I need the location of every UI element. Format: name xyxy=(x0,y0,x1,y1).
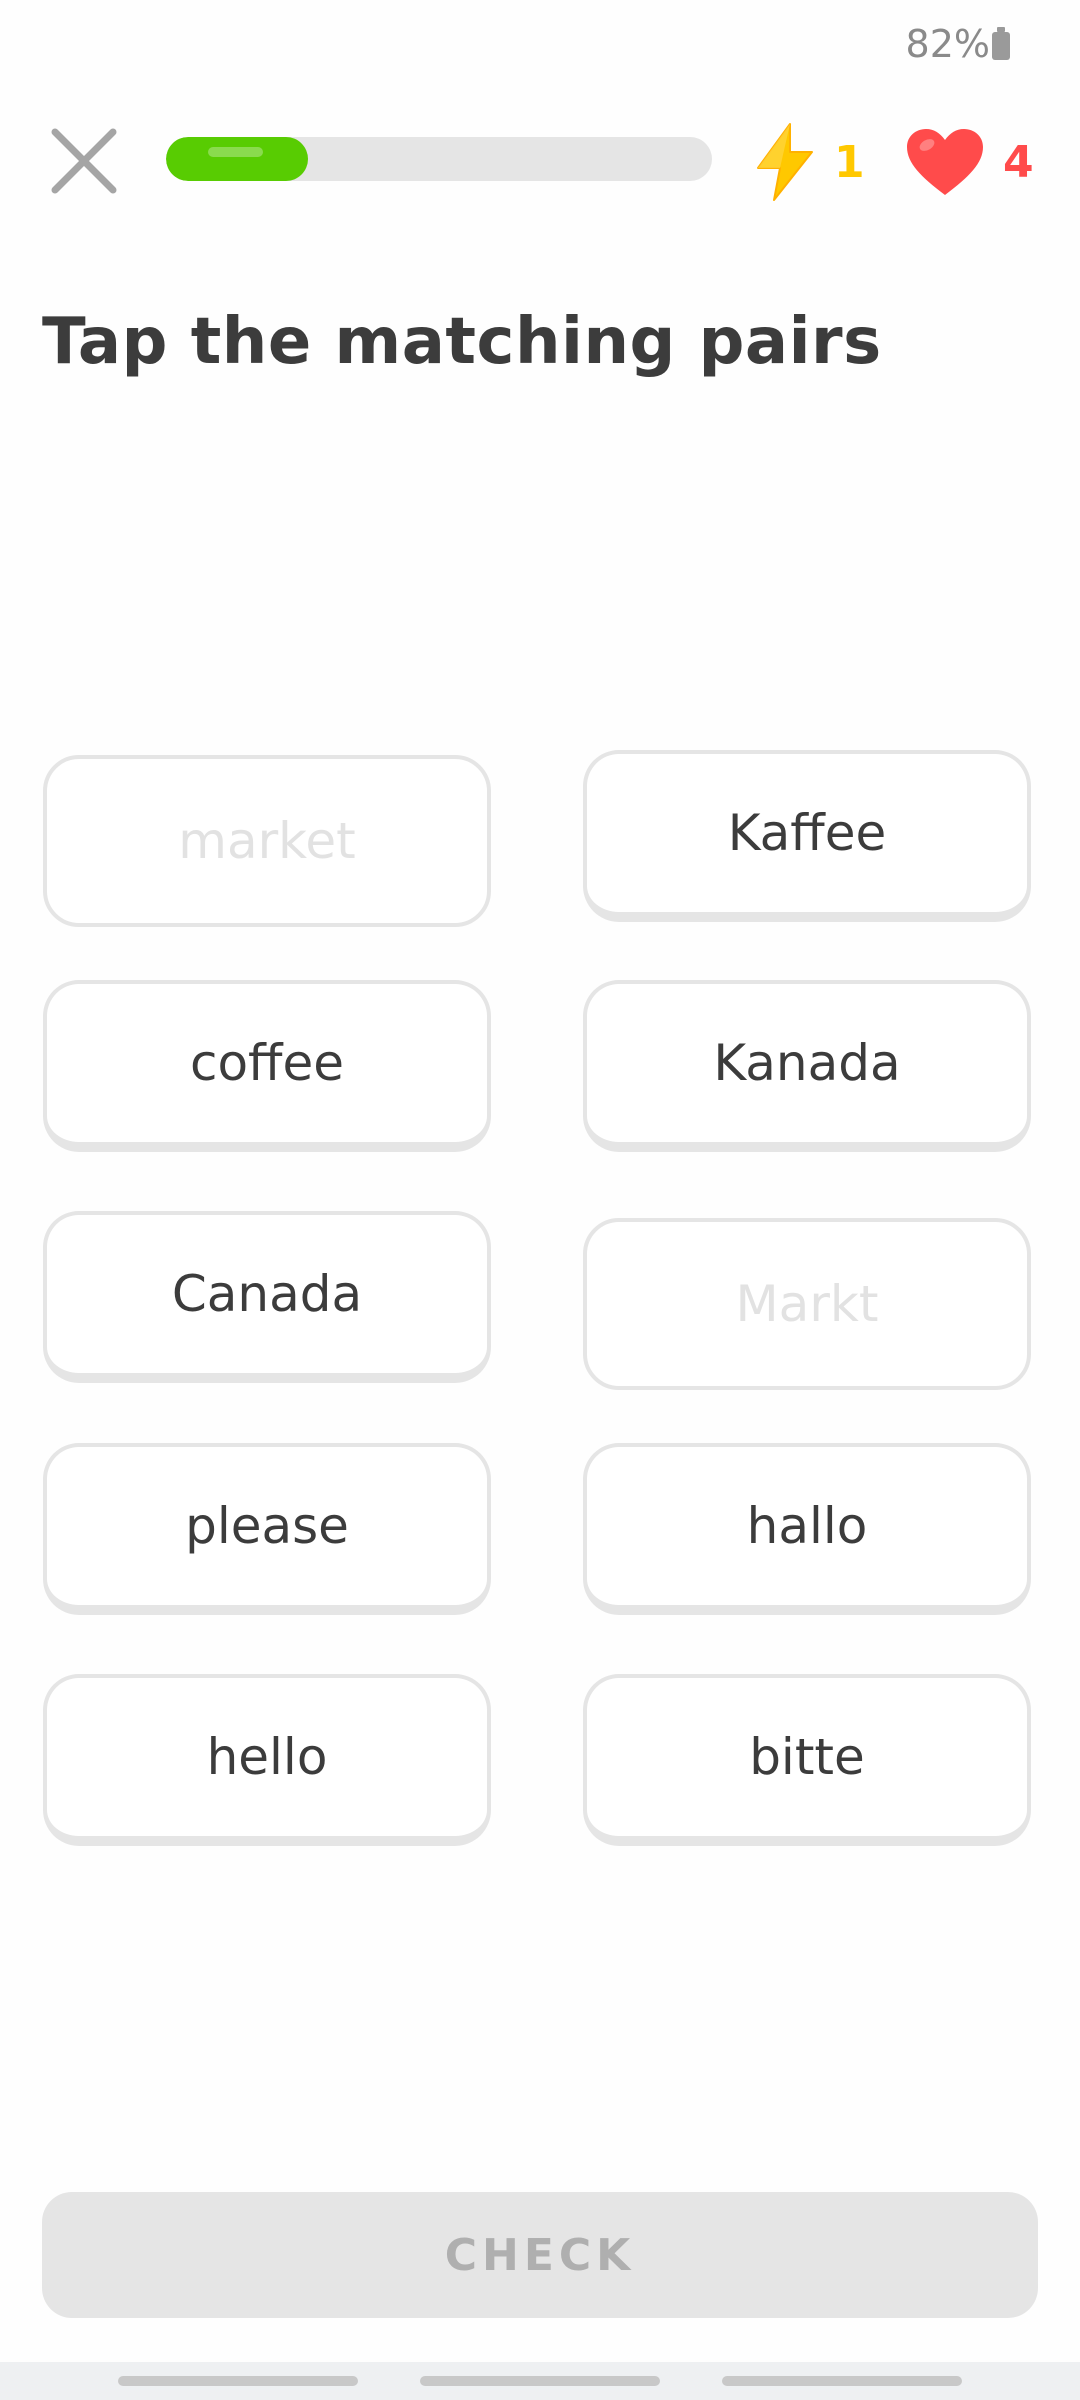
word-tile-right-2[interactable]: Kanada xyxy=(583,980,1031,1152)
word-tile-left-4[interactable]: please xyxy=(43,1443,491,1615)
lesson-header: 1 4 xyxy=(0,100,1080,220)
tile-label: coffee xyxy=(189,1034,345,1092)
word-tile-right-5[interactable]: bitte xyxy=(583,1674,1031,1846)
lesson-progress-bar xyxy=(166,137,712,181)
tile-label: Kanada xyxy=(713,1034,901,1092)
tile-label: hallo xyxy=(746,1497,868,1555)
progress-fill xyxy=(166,137,308,181)
progress-highlight xyxy=(208,147,263,157)
nav-recent-handle[interactable] xyxy=(118,2376,358,2386)
word-tile-right-1[interactable]: Kaffee xyxy=(583,750,1031,922)
word-tile-left-5[interactable]: hello xyxy=(43,1674,491,1846)
tile-label: market xyxy=(178,812,356,870)
word-tile-left-2[interactable]: coffee xyxy=(43,980,491,1152)
battery-percentage: 82% xyxy=(905,22,990,66)
heart-icon xyxy=(907,129,983,195)
word-tile-right-3[interactable]: Markt xyxy=(583,1218,1031,1390)
tile-label: Markt xyxy=(735,1275,879,1333)
nav-back-handle[interactable] xyxy=(722,2376,962,2386)
streak-counter[interactable]: 1 xyxy=(750,122,865,202)
close-button[interactable] xyxy=(45,122,123,200)
tile-label: Canada xyxy=(171,1265,363,1323)
lesson-screen: 82% 1 4 Tap the matching pairs market co… xyxy=(0,0,1080,2400)
word-tile-right-4[interactable]: hallo xyxy=(583,1443,1031,1615)
close-icon xyxy=(51,128,117,194)
nav-home-handle[interactable] xyxy=(420,2376,660,2386)
hearts-count: 4 xyxy=(1003,136,1034,188)
streak-count: 1 xyxy=(834,136,865,188)
status-bar: 82% xyxy=(0,0,1080,90)
tile-label: Kaffee xyxy=(727,804,887,862)
word-tile-left-3[interactable]: Canada xyxy=(43,1211,491,1383)
check-button[interactable]: CHECK xyxy=(42,2192,1038,2318)
navigation-bar xyxy=(0,2362,1080,2400)
battery-icon xyxy=(992,27,1010,60)
tile-label: bitte xyxy=(749,1728,865,1786)
hearts-counter[interactable]: 4 xyxy=(905,122,1034,202)
word-tile-left-1[interactable]: market xyxy=(43,755,491,927)
exercise-title: Tap the matching pairs xyxy=(42,305,882,379)
tile-label: please xyxy=(185,1497,349,1555)
tile-label: hello xyxy=(206,1728,328,1786)
lightning-bolt-icon xyxy=(757,123,813,201)
